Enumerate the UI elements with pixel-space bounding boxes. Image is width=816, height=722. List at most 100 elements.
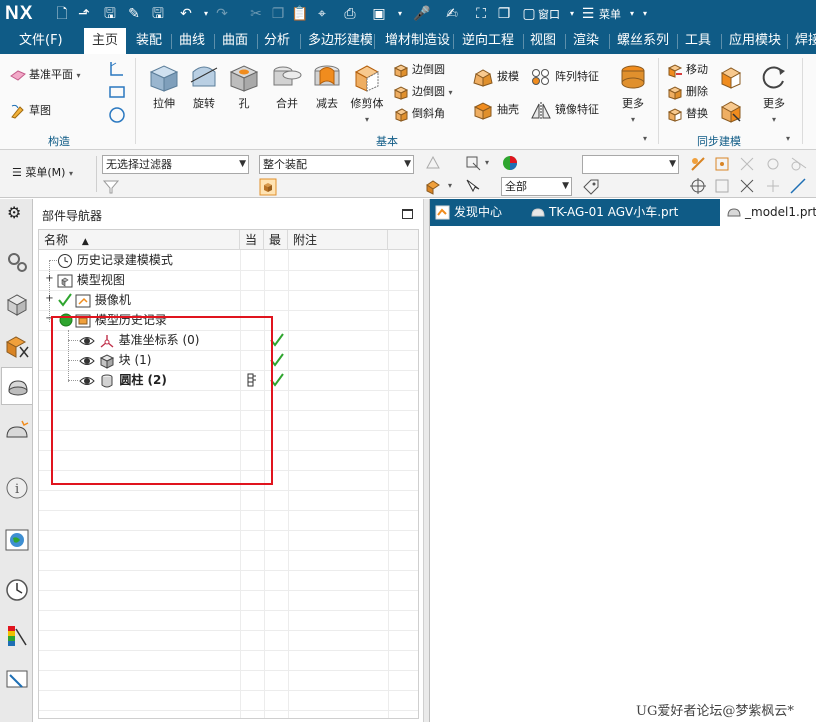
undo-icon[interactable]: ↶ [176,4,196,24]
customize-quick-access-icon[interactable]: ▾ [635,4,655,24]
mirror-feature-button[interactable]: 镜像特征 [530,100,599,120]
graphics-window[interactable]: 发现中心 TK-AG-01 AGV小车.prt _model1.prt [430,199,816,722]
reuse-library-icon[interactable] [4,419,30,445]
fit-view-icon[interactable]: ▣ [369,4,389,24]
save-icon[interactable]: 🖫 [100,4,120,24]
snap-endpoint-icon[interactable] [713,155,731,173]
tab-surface[interactable]: 曲面 [214,28,256,54]
view-dropdown-icon[interactable]: ▾ [390,4,410,24]
sketch-button[interactable]: 草图 [10,102,51,122]
trim-body-button[interactable]: 修剪体 ▾ [347,62,387,125]
snap-dropdown-icon[interactable]: ▾ [485,158,489,167]
doc-tab-agv-cart[interactable]: TK-AG-01 AGV小车.prt [530,199,678,226]
point-dialog-icon[interactable] [424,177,442,195]
basic-more-dropdown-icon[interactable]: ▾ [631,115,635,124]
tab-file[interactable]: 文件(F) [11,28,71,54]
tab-reverse-engineering[interactable]: 逆向工程 [454,28,522,54]
open-file-icon[interactable]: ⬏ [74,4,94,24]
extrude-button[interactable]: 拉伸 [144,62,184,111]
layer-dropdown[interactable]: 全部 ▼ [501,177,572,196]
settings-icon[interactable]: ⚙ [7,203,21,222]
constraint-navigator-icon[interactable] [4,333,30,359]
revolve-button[interactable]: 旋转 [184,62,224,111]
selection-scope-dropdown[interactable]: 整个装配 ▼ [259,155,414,174]
snap-grid-icon[interactable] [689,177,707,195]
snap-intersection-icon[interactable] [738,177,756,195]
snap-quadrant-icon[interactable] [764,177,782,195]
expand-cameras-icon[interactable]: + [45,294,54,304]
sync-group-expand-icon[interactable]: ▾ [786,134,790,143]
selection-filter-dropdown[interactable]: 无选择过滤器 ▼ [102,155,249,174]
snap-line-icon[interactable] [789,177,807,195]
doc-tab-model1[interactable]: _model1.prt [720,199,816,226]
full-screen-icon[interactable]: ⛶ [471,4,491,24]
point-dropdown-icon[interactable]: ▾ [448,181,452,190]
datum-plane-button[interactable]: 基准平面 ▾ [10,66,81,86]
snap-control-icon[interactable] [738,155,756,173]
snap-option-dropdown[interactable]: ▼ [582,155,679,174]
basic-group-expand-icon[interactable]: ▾ [643,134,647,143]
delete-face-button[interactable]: 删除 [667,83,708,103]
quick-pick-icon[interactable] [464,177,482,195]
column-current[interactable]: 当 [240,230,264,250]
maximize-icon[interactable] [402,209,413,219]
roles-gear-icon[interactable] [4,249,30,275]
tree-node-history-mode[interactable]: 历史记录建模模式 [57,250,173,270]
snap-midpoint-icon[interactable] [713,177,731,195]
part-navigator-tab[interactable] [1,367,32,405]
tab-screw-series[interactable]: 螺丝系列 [609,28,677,54]
window-icon[interactable]: ▢ [519,4,539,24]
unite-button[interactable]: 合并 [267,62,307,111]
print-icon[interactable]: ⎙ [340,4,360,24]
tree-node-cameras[interactable]: 摄像机 [75,290,131,310]
edge-blend-button[interactable]: 边倒圆 [393,61,445,81]
pattern-feature-button[interactable]: 阵列特征 [530,67,599,87]
tab-welding[interactable]: 焊接 [787,28,816,54]
menu-label[interactable]: 菜单 [599,6,621,22]
filter-funnel-icon[interactable] [102,178,120,196]
tab-application[interactable]: 应用模块 [721,28,789,54]
repeat-command-icon[interactable]: ⌖ [312,4,332,24]
new-file-icon[interactable]: 🗋 [52,4,72,24]
curve-icon[interactable] [108,60,126,78]
shell-button[interactable]: 抽壳 [472,100,519,120]
circle-icon[interactable] [108,106,126,124]
tab-home[interactable]: 主页 [84,28,127,54]
touch-mode-icon[interactable]: ✍ [442,4,462,24]
main-menu-button[interactable]: ☰ 菜单(M) ▾ [12,164,73,180]
info-icon[interactable]: i [4,475,30,501]
tab-analysis[interactable]: 分析 [256,28,298,54]
color-wheel-icon[interactable] [501,154,519,172]
tab-curve[interactable]: 曲线 [171,28,213,54]
chamfer-button[interactable]: 倒斜角 [393,105,445,125]
tab-render[interactable]: 渲染 [565,28,607,54]
offset-region-icon[interactable] [718,64,744,90]
sync-more-button[interactable]: 更多 ▾ [754,62,794,125]
web-browser-icon[interactable] [4,527,30,553]
tag-icon[interactable] [582,178,600,196]
rectangle-icon[interactable] [108,85,126,99]
orient-view-icon[interactable] [689,155,707,173]
draft-button[interactable]: 拔模 [472,67,519,87]
snap-center-icon[interactable] [764,155,782,173]
sync-more-dropdown-icon[interactable]: ▾ [772,115,776,124]
column-latest[interactable]: 最 [264,230,288,250]
tab-tools[interactable]: 工具 [677,28,719,54]
tab-polygon-modeling[interactable]: 多边形建模 [300,28,372,54]
switch-window-icon[interactable]: ❐ [494,4,514,24]
palette-icon[interactable] [4,623,30,649]
basic-more-button[interactable]: 更多 ▾ [613,62,653,125]
subtract-button[interactable]: 减去 [307,62,347,111]
menu-icon[interactable]: ☰ [578,4,598,24]
move-face-button[interactable]: 移动 [667,61,708,81]
edge-blend-2-button[interactable]: 边倒圆 ▾ [393,83,453,103]
tree-node-model-views[interactable]: 模型视图 [57,270,125,290]
column-comment[interactable]: 附注 [288,230,388,250]
expand-model-views-icon[interactable]: + [45,274,54,284]
system-materials-icon[interactable] [4,667,30,693]
microphone-icon[interactable]: 🎤 [412,4,432,24]
hole-button[interactable]: 孔 [224,62,264,111]
save-as-icon[interactable]: ✎ [124,4,144,24]
trim-body-dropdown-icon[interactable]: ▾ [365,115,369,124]
panel-splitter[interactable] [423,199,430,722]
